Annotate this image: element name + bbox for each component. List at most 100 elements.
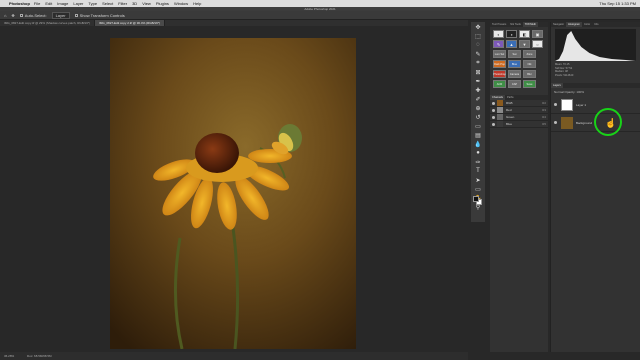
layer-row-1[interactable]: Layer 1 (551, 96, 640, 115)
path-select-icon[interactable]: ➤ (473, 176, 483, 184)
channel-row-rgb[interactable]: RGB ⌘2 (490, 100, 548, 107)
channel-row-green[interactable]: Green ⌘4 (490, 114, 548, 121)
menu-help[interactable]: Help (193, 1, 201, 6)
menu-image[interactable]: Image (57, 1, 68, 6)
plugin-btn-8[interactable]: ○ (532, 40, 543, 48)
cap-button[interactable]: CAP (508, 80, 521, 88)
type-tool-icon[interactable]: T (473, 167, 483, 175)
eyedropper-icon[interactable]: ✒ (473, 77, 483, 85)
plugin-btn-3[interactable]: ◧ (519, 30, 530, 38)
eye-icon[interactable] (492, 122, 495, 126)
nik-button[interactable]: Nik (523, 60, 536, 68)
quick-select-icon[interactable]: ✎ (473, 50, 483, 58)
clone-stamp-icon[interactable]: ⊕ (473, 104, 483, 112)
menu-filter[interactable]: Filter (118, 1, 127, 6)
channel-name: Blue (506, 122, 513, 126)
acr-button[interactable]: ACR (493, 80, 506, 88)
photoshop-button[interactable]: Photoshop (493, 70, 506, 78)
menu-app-name[interactable]: Photoshop (9, 1, 30, 6)
eye-icon[interactable] (492, 115, 495, 119)
home-icon[interactable]: ⌂ (4, 13, 6, 18)
dark-pop-button[interactable]: Dark Pop (493, 60, 506, 68)
channel-name: RGB (506, 101, 513, 105)
menu-window[interactable]: Window (174, 1, 188, 6)
auto-select-dropdown[interactable]: Layer (51, 11, 70, 19)
healing-brush-icon[interactable]: ✚ (473, 86, 483, 94)
right-panel: Navigator Histogram Color Info Mean: 70.… (550, 22, 640, 352)
tab-nik-tools[interactable]: Nik Tools (508, 22, 522, 27)
history-brush-icon[interactable]: ↺ (473, 113, 483, 121)
menu-edit[interactable]: Edit (45, 1, 52, 6)
eye-icon[interactable] (554, 121, 557, 125)
flower-photo[interactable] (110, 38, 356, 349)
plugin-btn-4[interactable]: ▣ (532, 30, 543, 38)
channel-thumbnail (497, 107, 503, 113)
eye-icon[interactable] (554, 103, 557, 107)
move-tool-icon[interactable]: ✥ (473, 23, 483, 31)
menu-select[interactable]: Select (102, 1, 113, 6)
menu-type[interactable]: Type (88, 1, 97, 6)
plugin-btn-2[interactable]: ◑ (506, 30, 517, 38)
tab-tool-presets[interactable]: Tool Presets (490, 22, 508, 27)
plugin-btn-1[interactable]: ◐ (493, 30, 504, 38)
tab-histogram[interactable]: Histogram (566, 22, 582, 27)
tools-panel: ✥ ⬚ ◌ ✎ ⌗ ⊠ ✒ ✚ ✐ ⊕ ↺ ▭ ▤ 💧 ● ✑ T ➤ ▭ ✋ … (471, 22, 485, 222)
marquee-tool-icon[interactable]: ⬚ (473, 32, 483, 40)
canvas-area[interactable] (0, 26, 468, 352)
layer-name[interactable]: Background (576, 121, 592, 125)
eye-icon[interactable] (492, 108, 495, 112)
channel-shortcut: ⌘4 (541, 115, 546, 119)
auto-select-label: Auto-Select: (24, 12, 47, 18)
sat-button[interactable]: Sat (508, 50, 521, 58)
hist-pixels: Pixels: 5114640 (555, 73, 574, 77)
channel-row-red[interactable]: Red ⌘3 (490, 107, 548, 114)
show-transform-checkbox[interactable] (74, 13, 78, 17)
frame-tool-icon[interactable]: ⊠ (473, 68, 483, 76)
plugin-btn-6[interactable]: ▲ (506, 40, 517, 48)
menu-layer[interactable]: Layer (73, 1, 83, 6)
blur-tool-icon[interactable]: 💧 (473, 140, 483, 148)
tab-layers[interactable]: Layers (551, 83, 563, 89)
zone-button[interactable]: Zone (523, 50, 536, 58)
menu-3d[interactable]: 3D (132, 1, 137, 6)
menu-file[interactable]: File (34, 1, 40, 6)
channel-row-blue[interactable]: Blue ⌘5 (490, 121, 548, 128)
menu-view[interactable]: View (142, 1, 151, 6)
tab-info[interactable]: Info (592, 22, 600, 27)
histogram-tabs: Navigator Histogram Color Info (551, 22, 640, 27)
histogram-curve (555, 31, 636, 61)
layers-blend-row[interactable]: Normal Opacity: 100% (551, 88, 640, 96)
plugin-btn-7[interactable]: ▼ (519, 40, 530, 48)
gradient-tool-icon[interactable]: ▤ (473, 131, 483, 139)
zoom-level[interactable]: 36.28% (4, 354, 14, 358)
histogram-graph (555, 29, 636, 61)
menu-clock: Thu Sep 15 1:33 PM (599, 1, 636, 6)
dodge-tool-icon[interactable]: ● (473, 149, 483, 157)
options-bar: ⌂ ✥ Auto-Select: Layer Show Transform Co… (0, 11, 640, 20)
brush-tool-icon[interactable]: ✐ (473, 95, 483, 103)
layer-name[interactable]: Layer 1 (576, 103, 586, 107)
tab-color[interactable]: Color (582, 22, 592, 27)
menu-plugins[interactable]: Plugins (156, 1, 169, 6)
tab-navigator[interactable]: Navigator (551, 22, 566, 27)
shape-tool-icon[interactable]: ▭ (473, 185, 483, 193)
save-button[interactable]: Save (523, 80, 536, 88)
eye-icon[interactable] (492, 101, 495, 105)
lasso-tool-icon[interactable]: ◌ (473, 41, 483, 49)
plugin-btn-5[interactable]: ✎ (493, 40, 504, 48)
layer-mask-thumbnail[interactable] (561, 98, 573, 111)
pen-tool-icon[interactable]: ✑ (473, 158, 483, 166)
tab-tk8-multi[interactable]: TK8 Multi (522, 22, 538, 27)
eraser-icon[interactable]: ▭ (473, 122, 483, 130)
blur-button[interactable]: Blur (523, 70, 536, 78)
histogram-stats: Mean: 70.15 Std Dev: 57.52 Median: 48 Pi… (551, 63, 640, 77)
crop-tool-icon[interactable]: ⌗ (473, 59, 483, 67)
camera-button[interactable]: Camera (508, 70, 521, 78)
plugin-buttons: ◐ ◑ ◧ ▣ ✎ ▲ ▼ ○ Lum Sel Sat Zone Dark Po… (490, 27, 548, 91)
auto-select-checkbox[interactable] (19, 13, 23, 17)
lum-sel-button[interactable]: Lum Sel (493, 50, 506, 58)
tab-paths[interactable]: Paths (505, 95, 516, 100)
move-tool-icon[interactable]: ✥ (11, 13, 14, 18)
blue-button[interactable]: Blue (508, 60, 521, 68)
foreground-color-swatch[interactable] (473, 196, 479, 202)
